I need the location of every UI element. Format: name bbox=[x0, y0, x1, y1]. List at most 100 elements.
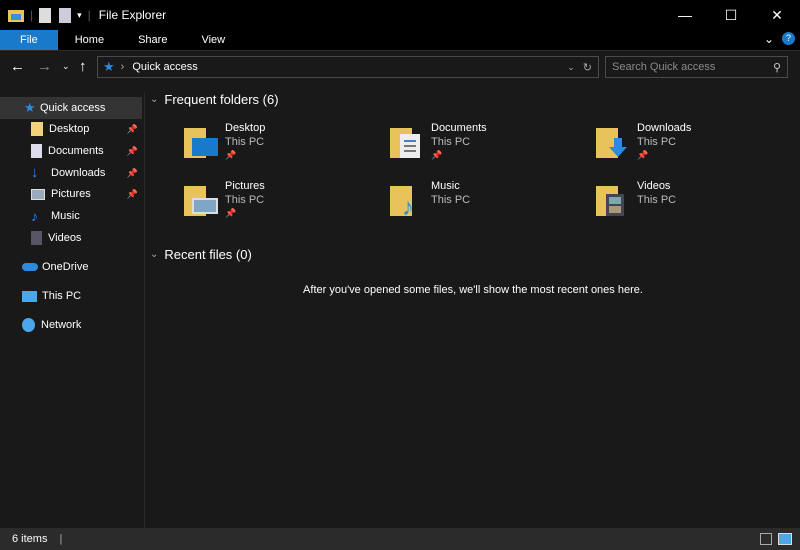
sidebar-item-label: Network bbox=[41, 319, 82, 331]
properties-icon[interactable] bbox=[39, 7, 52, 23]
tab-share[interactable]: Share bbox=[121, 30, 184, 50]
new-folder-icon[interactable] bbox=[59, 7, 72, 23]
up-button[interactable]: ↑ bbox=[79, 58, 87, 75]
pin-icon: 📌 bbox=[126, 123, 138, 134]
folder-pictures[interactable]: Pictures This PC 📌 bbox=[184, 180, 384, 228]
tab-view[interactable]: View bbox=[184, 30, 242, 50]
forward-button[interactable]: → bbox=[37, 58, 52, 75]
group-title: Frequent folders (6) bbox=[164, 92, 279, 107]
sidebar-item-label: Desktop bbox=[49, 123, 90, 135]
recent-locations-button[interactable]: ⌄ bbox=[62, 61, 70, 72]
folder-location: This PC bbox=[637, 194, 677, 206]
expand-ribbon-icon[interactable]: ⌄ bbox=[764, 30, 774, 48]
downloads-folder-icon bbox=[596, 128, 627, 158]
search-placeholder: Search Quick access bbox=[612, 61, 716, 73]
close-button[interactable]: ✕ bbox=[754, 0, 800, 30]
recent-files-empty-message: After you've opened some files, we'll sh… bbox=[303, 284, 643, 296]
folder-name: Videos bbox=[637, 180, 671, 192]
folder-name: Music bbox=[431, 180, 460, 192]
sidebar-item-pictures[interactable]: Pictures 📌 bbox=[0, 183, 142, 205]
network-icon bbox=[22, 318, 35, 332]
sidebar-item-label: Quick access bbox=[40, 102, 106, 114]
window-title: File Explorer bbox=[98, 8, 167, 22]
svg-text:♪: ♪ bbox=[402, 194, 414, 218]
refresh-icon[interactable]: ↻ bbox=[583, 61, 592, 74]
pin-icon: 📌 bbox=[431, 150, 443, 160]
folder-desktop[interactable]: Desktop This PC 📌 bbox=[184, 122, 384, 170]
item-count: 6 items bbox=[12, 533, 48, 545]
content-pane: ⌄ Frequent folders (6) Desktop This PC 📌 … bbox=[146, 82, 800, 528]
folder-name: Documents bbox=[431, 122, 487, 134]
documents-folder-icon bbox=[390, 128, 420, 158]
dropdown-icon[interactable]: ⌄ bbox=[567, 62, 575, 73]
breadcrumb-chevron-icon: › bbox=[120, 61, 125, 73]
large-icons-view-icon[interactable] bbox=[778, 533, 792, 545]
folder-name: Desktop bbox=[225, 122, 266, 134]
breadcrumb-quick-access[interactable]: Quick access bbox=[132, 61, 197, 73]
sidebar-item-quick-access[interactable]: ★ Quick access bbox=[0, 97, 142, 119]
address-row: ← → ⌄ ↑ ★ › Quick access ⌄ ↻ Search Quic… bbox=[0, 50, 800, 82]
folder-icon bbox=[31, 122, 43, 136]
pin-icon: 📌 bbox=[637, 150, 649, 160]
sidebar-item-network[interactable]: Network bbox=[0, 314, 142, 336]
folder-music[interactable]: ♪ Music This PC bbox=[390, 180, 590, 228]
address-bar[interactable]: ★ › Quick access ⌄ ↻ bbox=[97, 56, 599, 78]
pin-icon: 📌 bbox=[225, 208, 237, 218]
customize-toolbar-icon[interactable]: ▾ bbox=[77, 10, 82, 21]
minimize-button[interactable]: — bbox=[662, 0, 708, 30]
recent-files-header[interactable]: ⌄ Recent files (0) bbox=[150, 247, 252, 262]
star-icon: ★ bbox=[24, 100, 36, 115]
title-bar: | ▾ | File Explorer — ☐ ✕ bbox=[0, 0, 800, 30]
folder-location: This PC bbox=[637, 136, 677, 148]
folder-downloads[interactable]: Downloads This PC 📌 bbox=[596, 122, 796, 170]
computer-icon bbox=[22, 290, 37, 302]
pin-icon: 📌 bbox=[126, 167, 138, 178]
pictures-icon bbox=[31, 188, 45, 200]
sidebar-item-videos[interactable]: Videos bbox=[0, 227, 142, 249]
pin-icon: 📌 bbox=[225, 150, 237, 160]
folder-videos[interactable]: Videos This PC bbox=[596, 180, 796, 228]
documents-icon bbox=[31, 144, 42, 158]
tab-file[interactable]: File bbox=[0, 30, 58, 50]
cloud-icon bbox=[22, 263, 38, 271]
frequent-folders-header[interactable]: ⌄ Frequent folders (6) bbox=[150, 92, 279, 107]
pin-icon: 📌 bbox=[126, 188, 138, 199]
sidebar-item-onedrive[interactable]: OneDrive bbox=[0, 256, 142, 278]
music-icon: ♪ bbox=[31, 208, 38, 224]
folder-location: This PC bbox=[431, 136, 471, 148]
folder-name: Downloads bbox=[637, 122, 692, 134]
chevron-down-icon: ⌄ bbox=[150, 249, 159, 260]
group-title: Recent files (0) bbox=[164, 247, 252, 262]
folder-location: This PC bbox=[431, 194, 471, 206]
details-view-icon[interactable] bbox=[760, 533, 772, 545]
folder-name: Pictures bbox=[225, 180, 265, 192]
sidebar-item-documents[interactable]: Documents 📌 bbox=[0, 140, 142, 162]
chevron-down-icon: ⌄ bbox=[150, 94, 159, 105]
sidebar-item-label: This PC bbox=[42, 290, 82, 302]
pin-icon: 📌 bbox=[126, 145, 138, 156]
sidebar-item-desktop[interactable]: Desktop 📌 bbox=[0, 118, 142, 140]
sidebar-item-music[interactable]: ♪ Music bbox=[0, 205, 142, 227]
pictures-folder-icon bbox=[184, 186, 218, 216]
help-icon[interactable]: ? bbox=[782, 32, 795, 45]
folder-documents[interactable]: Documents This PC 📌 bbox=[390, 122, 590, 170]
sidebar-item-this-pc[interactable]: This PC bbox=[0, 285, 142, 307]
sidebar-item-label: Videos bbox=[48, 232, 82, 244]
maximize-button[interactable]: ☐ bbox=[708, 0, 754, 30]
folder-location: This PC bbox=[225, 136, 265, 148]
tab-home[interactable]: Home bbox=[58, 30, 121, 50]
sidebar-item-label: OneDrive bbox=[42, 261, 89, 273]
back-button[interactable]: ← bbox=[10, 58, 25, 75]
folder-icon[interactable] bbox=[8, 8, 24, 22]
folder-location: This PC bbox=[225, 194, 265, 206]
music-folder-icon: ♪ bbox=[390, 186, 414, 218]
ribbon-tabs: File Home Share View ⌄ ? bbox=[0, 30, 800, 50]
videos-icon bbox=[31, 231, 42, 245]
search-input[interactable]: Search Quick access ⚲ bbox=[605, 56, 788, 78]
navigation-pane: ★ Quick access Desktop 📌 Documents 📌 ↓ Downl… bbox=[0, 92, 145, 528]
desktop-folder-icon bbox=[184, 128, 218, 158]
sidebar-item-downloads[interactable]: ↓ Downloads 📌 bbox=[0, 162, 142, 184]
sidebar-item-label: Downloads bbox=[51, 167, 106, 179]
star-icon: ★ bbox=[103, 59, 115, 74]
search-icon: ⚲ bbox=[772, 61, 781, 74]
